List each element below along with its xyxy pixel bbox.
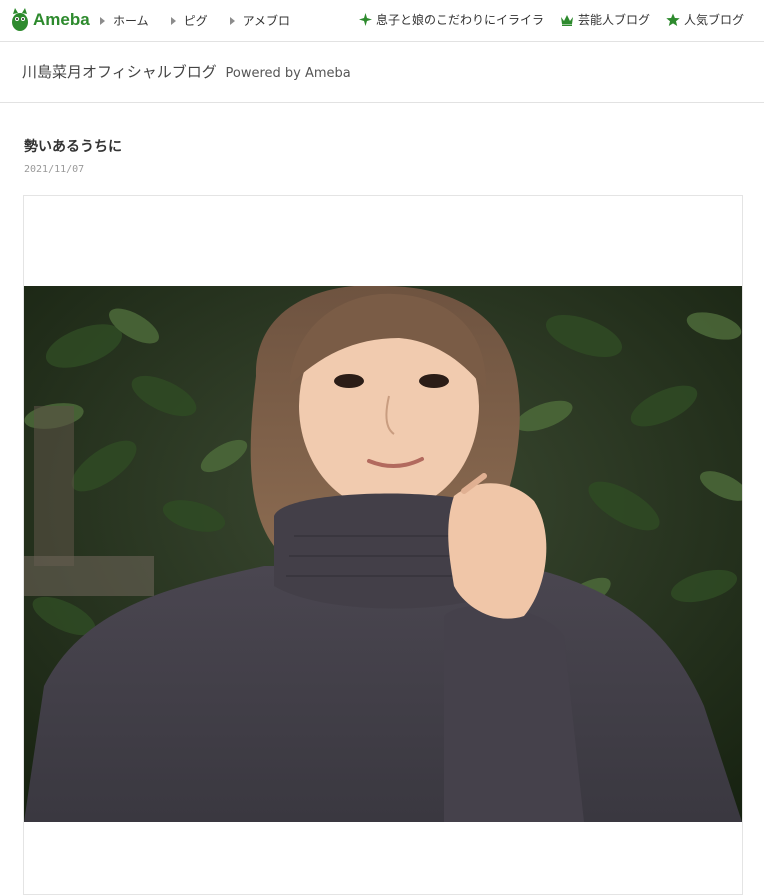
nav-item-label: アメブロ	[242, 14, 291, 28]
link-trending-topic[interactable]: 息子と娘のこだわりにイライラ	[358, 11, 544, 28]
caret-right-icon	[100, 16, 105, 25]
top-navbar: Ameba ホーム ピグ アメブロ 息子と娘のこだわりにイライラ 芸能人ブログ …	[0, 0, 764, 42]
nav-item-pigg[interactable]: ピグ	[170, 12, 208, 29]
link-popular-blogs[interactable]: 人気ブログ	[666, 11, 744, 28]
entry-date: 2021/11/07	[24, 164, 85, 175]
sparkle-icon	[358, 13, 372, 26]
nav-item-ameblo[interactable]: アメブロ	[229, 12, 291, 29]
blog-title[interactable]: 川島菜月オフィシャルブログ Powered by Ameba	[22, 61, 351, 82]
nav-item-label: ホーム	[113, 14, 149, 28]
right-links: 息子と娘のこだわりにイライラ 芸能人ブログ 人気ブログ	[343, 11, 744, 28]
caret-right-icon	[170, 16, 176, 25]
blog-title-bar: 川島菜月オフィシャルブログ Powered by Ameba	[0, 43, 764, 103]
powered-by: Powered by Ameba	[225, 66, 351, 81]
entry-title[interactable]: 勢いあるうちに	[24, 136, 122, 156]
photo-image	[24, 286, 742, 822]
crown-icon	[560, 14, 573, 26]
entry-photo[interactable]	[24, 286, 742, 822]
ameba-logo[interactable]: Ameba	[10, 7, 90, 33]
main-nav: ホーム ピグ アメブロ	[100, 12, 312, 29]
link-label: 芸能人ブログ	[577, 13, 650, 27]
link-celebrity-blogs[interactable]: 芸能人ブログ	[560, 11, 650, 28]
link-label: 息子と娘のこだわりにイライラ	[375, 13, 544, 27]
link-label: 人気ブログ	[683, 13, 744, 27]
ameba-mascot-icon	[10, 8, 30, 32]
caret-right-icon	[229, 16, 235, 25]
blog-name: 川島菜月オフィシャルブログ	[22, 63, 217, 81]
star-icon	[666, 13, 680, 26]
nav-item-home[interactable]: ホーム	[100, 12, 149, 29]
nav-item-label: ピグ	[183, 14, 208, 28]
logo-text: Ameba	[33, 10, 90, 29]
